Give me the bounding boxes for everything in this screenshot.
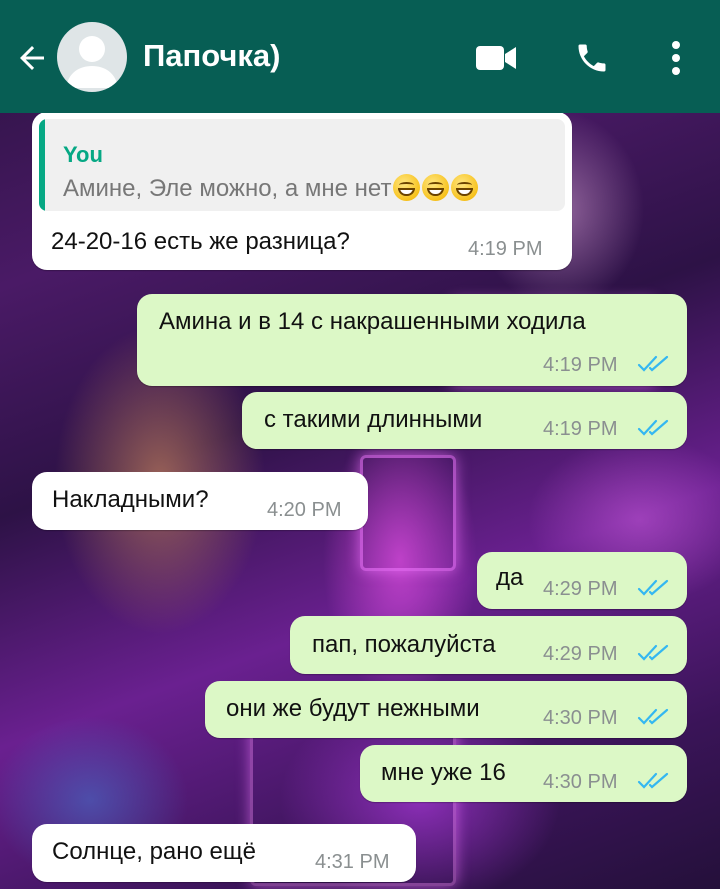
message-bubble-incoming[interactable]: Солнце, рано ещё 4:31 PM bbox=[32, 824, 416, 882]
message-time: 4:29 PM bbox=[543, 643, 618, 665]
message-text: Амина и в 14 с накрашенными ходила bbox=[159, 308, 586, 335]
message-text: они же будут нежными bbox=[226, 695, 480, 722]
reply-quote-text: Амине, Эле можно, а мне нет bbox=[63, 174, 479, 203]
message-time: 4:29 PM bbox=[543, 578, 618, 600]
contact-name[interactable]: Папочка) bbox=[143, 38, 281, 74]
message-text: пап, пожалуйста bbox=[312, 631, 496, 658]
phone-icon[interactable] bbox=[572, 38, 612, 78]
message-time: 4:30 PM bbox=[543, 707, 618, 729]
message-time: 4:19 PM bbox=[468, 238, 543, 260]
default-avatar-icon bbox=[66, 36, 118, 88]
back-arrow-icon[interactable] bbox=[12, 38, 52, 78]
grinning-emoji-icon bbox=[422, 174, 450, 201]
read-ticks-icon bbox=[637, 419, 669, 436]
message-time: 4:30 PM bbox=[543, 771, 618, 793]
reply-quote[interactable]: You Амине, Эле можно, а мне нет bbox=[39, 119, 565, 211]
more-vertical-icon[interactable] bbox=[658, 38, 694, 78]
message-text: да bbox=[496, 564, 524, 591]
grinning-emoji-icon bbox=[451, 174, 479, 201]
message-bubble-outgoing[interactable]: пап, пожалуйста 4:29 PM bbox=[290, 616, 687, 674]
message-bubble-outgoing[interactable]: да 4:29 PM bbox=[477, 552, 687, 609]
message-bubble-outgoing[interactable]: они же будут нежными 4:30 PM bbox=[205, 681, 687, 738]
message-text: с такими длинными bbox=[264, 406, 483, 433]
message-text: мне уже 16 bbox=[381, 759, 506, 786]
message-time: 4:20 PM bbox=[267, 499, 342, 521]
read-ticks-icon bbox=[637, 644, 669, 661]
message-time: 4:19 PM bbox=[543, 354, 618, 376]
message-text: 24-20-16 есть же разница? bbox=[51, 228, 350, 255]
message-text: Накладными? bbox=[52, 486, 209, 513]
message-text: Солнце, рано ещё bbox=[52, 838, 256, 865]
read-ticks-icon bbox=[637, 708, 669, 725]
read-ticks-icon bbox=[637, 772, 669, 789]
message-bubble-incoming[interactable]: Накладными? 4:20 PM bbox=[32, 472, 368, 530]
message-bubble-outgoing[interactable]: Амина и в 14 с накрашенными ходила 4:19 … bbox=[137, 294, 687, 386]
message-bubble-incoming[interactable]: You Амине, Эле можно, а мне нет 24-20-16… bbox=[32, 112, 572, 270]
contact-avatar[interactable] bbox=[57, 22, 127, 92]
wallpaper-neon-frame bbox=[360, 455, 456, 571]
message-time: 4:19 PM bbox=[543, 418, 618, 440]
reply-quote-bar bbox=[39, 119, 45, 211]
chat-header: Папочка) bbox=[0, 0, 720, 113]
video-camera-icon[interactable] bbox=[474, 40, 518, 76]
message-bubble-outgoing[interactable]: с такими длинными 4:19 PM bbox=[242, 392, 687, 449]
grinning-emoji-icon bbox=[393, 174, 421, 201]
reply-quote-author: You bbox=[63, 142, 103, 167]
message-time: 4:31 PM bbox=[315, 851, 390, 873]
read-ticks-icon bbox=[637, 355, 669, 372]
read-ticks-icon bbox=[637, 579, 669, 596]
message-bubble-outgoing[interactable]: мне уже 16 4:30 PM bbox=[360, 745, 687, 802]
